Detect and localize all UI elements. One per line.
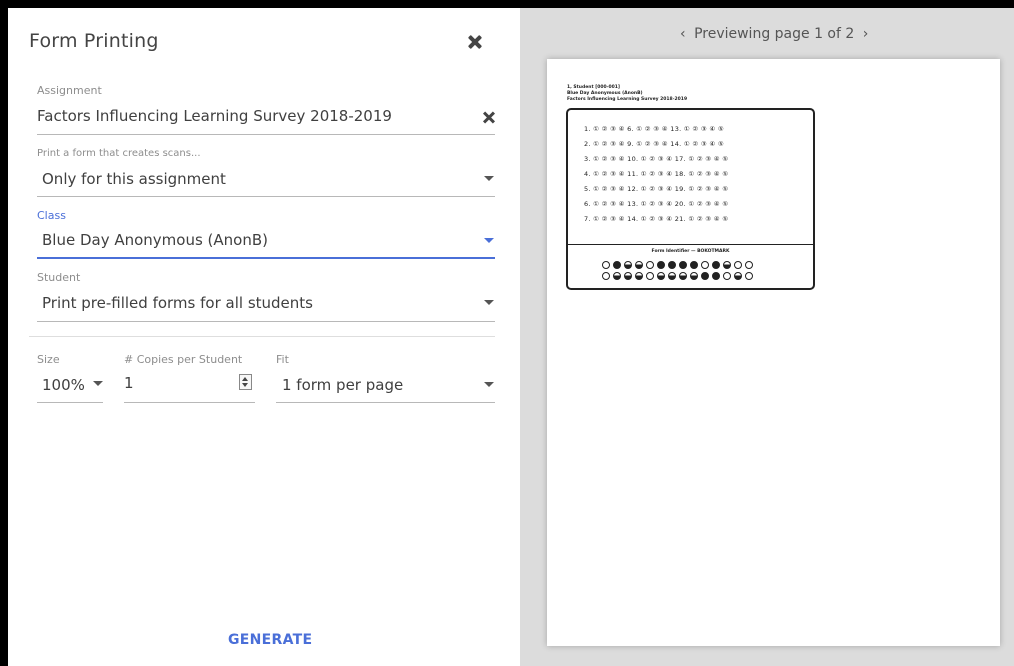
- scope-label: Print a form that creates scans...: [37, 148, 201, 159]
- generate-button[interactable]: GENERATE: [228, 632, 312, 648]
- identifier-bubble: [602, 261, 610, 269]
- student-select[interactable]: Print pre-filled forms for all students: [42, 294, 313, 312]
- scope-select[interactable]: Only for this assignment: [42, 170, 226, 188]
- fit-underline: [276, 402, 495, 403]
- identifier-bubble: [657, 272, 665, 280]
- identifier-bubble: [723, 272, 731, 280]
- identifier-bubble: [745, 272, 753, 280]
- copies-input[interactable]: 1: [124, 374, 134, 392]
- window-frame: [0, 0, 1014, 8]
- question-row: 4. ① ② ③ ④ 11. ① ② ③ ④ 18. ① ② ③ ④ ⑤: [584, 170, 729, 178]
- size-underline: [37, 402, 103, 403]
- fit-select[interactable]: 1 form per page: [282, 376, 403, 394]
- identifier-bubble: [723, 261, 731, 269]
- preview-page: 1, Student [000-001] Blue Day Anonymous …: [547, 59, 1000, 646]
- identifier-bubble: [690, 272, 698, 280]
- identifier-bubble: [679, 261, 687, 269]
- copies-stepper[interactable]: [239, 374, 252, 390]
- question-row: 6. ① ② ③ ④ 13. ① ② ③ ④ 20. ① ② ③ ④ ⑤: [584, 200, 729, 208]
- clear-assignment-icon[interactable]: [482, 111, 496, 125]
- class-label: Class: [37, 209, 66, 222]
- identifier-bubbles-row-2: [602, 272, 753, 281]
- student-underline: [37, 321, 495, 322]
- class-dropdown-icon[interactable]: [484, 238, 494, 243]
- identifier-bubble: [668, 261, 676, 269]
- question-row: 1. ① ② ③ ④ 6. ① ② ③ ④ 13. ① ② ③ ④ ⑤: [584, 125, 724, 133]
- form-identifier: Form Identifier — BOKOTMARK: [651, 249, 730, 254]
- preview-pager: ‹ Previewing page 1 of 2 ›: [676, 26, 872, 42]
- assignment-field[interactable]: Factors Influencing Learning Survey 2018…: [37, 107, 392, 125]
- identifier-bubble: [679, 272, 687, 280]
- identifier-bubble: [624, 272, 632, 280]
- scope-dropdown-icon[interactable]: [484, 176, 494, 181]
- question-row: 7. ① ② ③ ④ 14. ① ② ③ ④ 21. ① ② ③ ④ ⑤: [584, 215, 729, 223]
- identifier-bubble: [701, 272, 709, 280]
- question-row: 3. ① ② ③ ④ 10. ① ② ③ ④ 17. ① ② ③ ④ ⑤: [584, 155, 729, 163]
- identifier-bubble: [646, 272, 654, 280]
- assignment-underline: [37, 134, 495, 135]
- size-select[interactable]: 100%: [42, 376, 85, 394]
- identifier-bubble: [734, 261, 742, 269]
- class-underline: [37, 257, 495, 259]
- copies-underline: [124, 402, 255, 403]
- student-label: Student: [37, 271, 81, 284]
- chevron-left-icon[interactable]: ‹: [676, 26, 690, 42]
- identifier-bubble: [635, 272, 643, 280]
- fit-dropdown-icon[interactable]: [484, 382, 494, 387]
- section-divider: [29, 336, 495, 337]
- size-dropdown-icon[interactable]: [93, 381, 103, 386]
- identifier-bubble: [734, 272, 742, 280]
- scope-underline: [37, 196, 495, 197]
- identifier-bubble: [712, 272, 720, 280]
- chevron-right-icon[interactable]: ›: [859, 26, 873, 42]
- assignment-label: Assignment: [37, 84, 102, 97]
- question-row: 2. ① ② ③ ④ 9. ① ② ③ ④ 14. ① ② ③ ④ ⑤: [584, 140, 724, 148]
- identifier-bubble: [624, 261, 632, 269]
- copies-label: # Copies per Student: [124, 353, 243, 366]
- identifier-bubble: [613, 261, 621, 269]
- identifier-bubble: [646, 261, 654, 269]
- identifier-bubble: [635, 261, 643, 269]
- identifier-bubble: [613, 272, 621, 280]
- identifier-bubble: [690, 261, 698, 269]
- form-header-line: Blue Day Anonymous (AnonB): [567, 91, 643, 96]
- identifier-bubble: [701, 261, 709, 269]
- fit-label: Fit: [276, 353, 289, 366]
- form-header-line: 1, Student [000-001]: [567, 85, 620, 90]
- size-label: Size: [37, 353, 60, 366]
- student-dropdown-icon[interactable]: [484, 300, 494, 305]
- identifier-bubble: [745, 261, 753, 269]
- question-row: 5. ① ② ③ ④ 12. ① ② ③ ④ 19. ① ② ③ ④ ⑤: [584, 185, 729, 193]
- pager-text: Previewing page 1 of 2: [694, 26, 855, 42]
- answer-box: 1. ① ② ③ ④ 6. ① ② ③ ④ 13. ① ② ③ ④ ⑤ 2. ①…: [566, 108, 815, 290]
- class-select[interactable]: Blue Day Anonymous (AnonB): [42, 231, 268, 249]
- identifier-bubble: [668, 272, 676, 280]
- close-icon[interactable]: [466, 33, 484, 51]
- dialog-title: Form Printing: [29, 30, 159, 52]
- form-separator: [568, 244, 813, 245]
- identifier-bubble: [657, 261, 665, 269]
- form-header-line: Factors Influencing Learning Survey 2018…: [567, 97, 688, 102]
- identifier-bubbles-row-1: [602, 261, 753, 270]
- identifier-bubble: [602, 272, 610, 280]
- identifier-bubble: [712, 261, 720, 269]
